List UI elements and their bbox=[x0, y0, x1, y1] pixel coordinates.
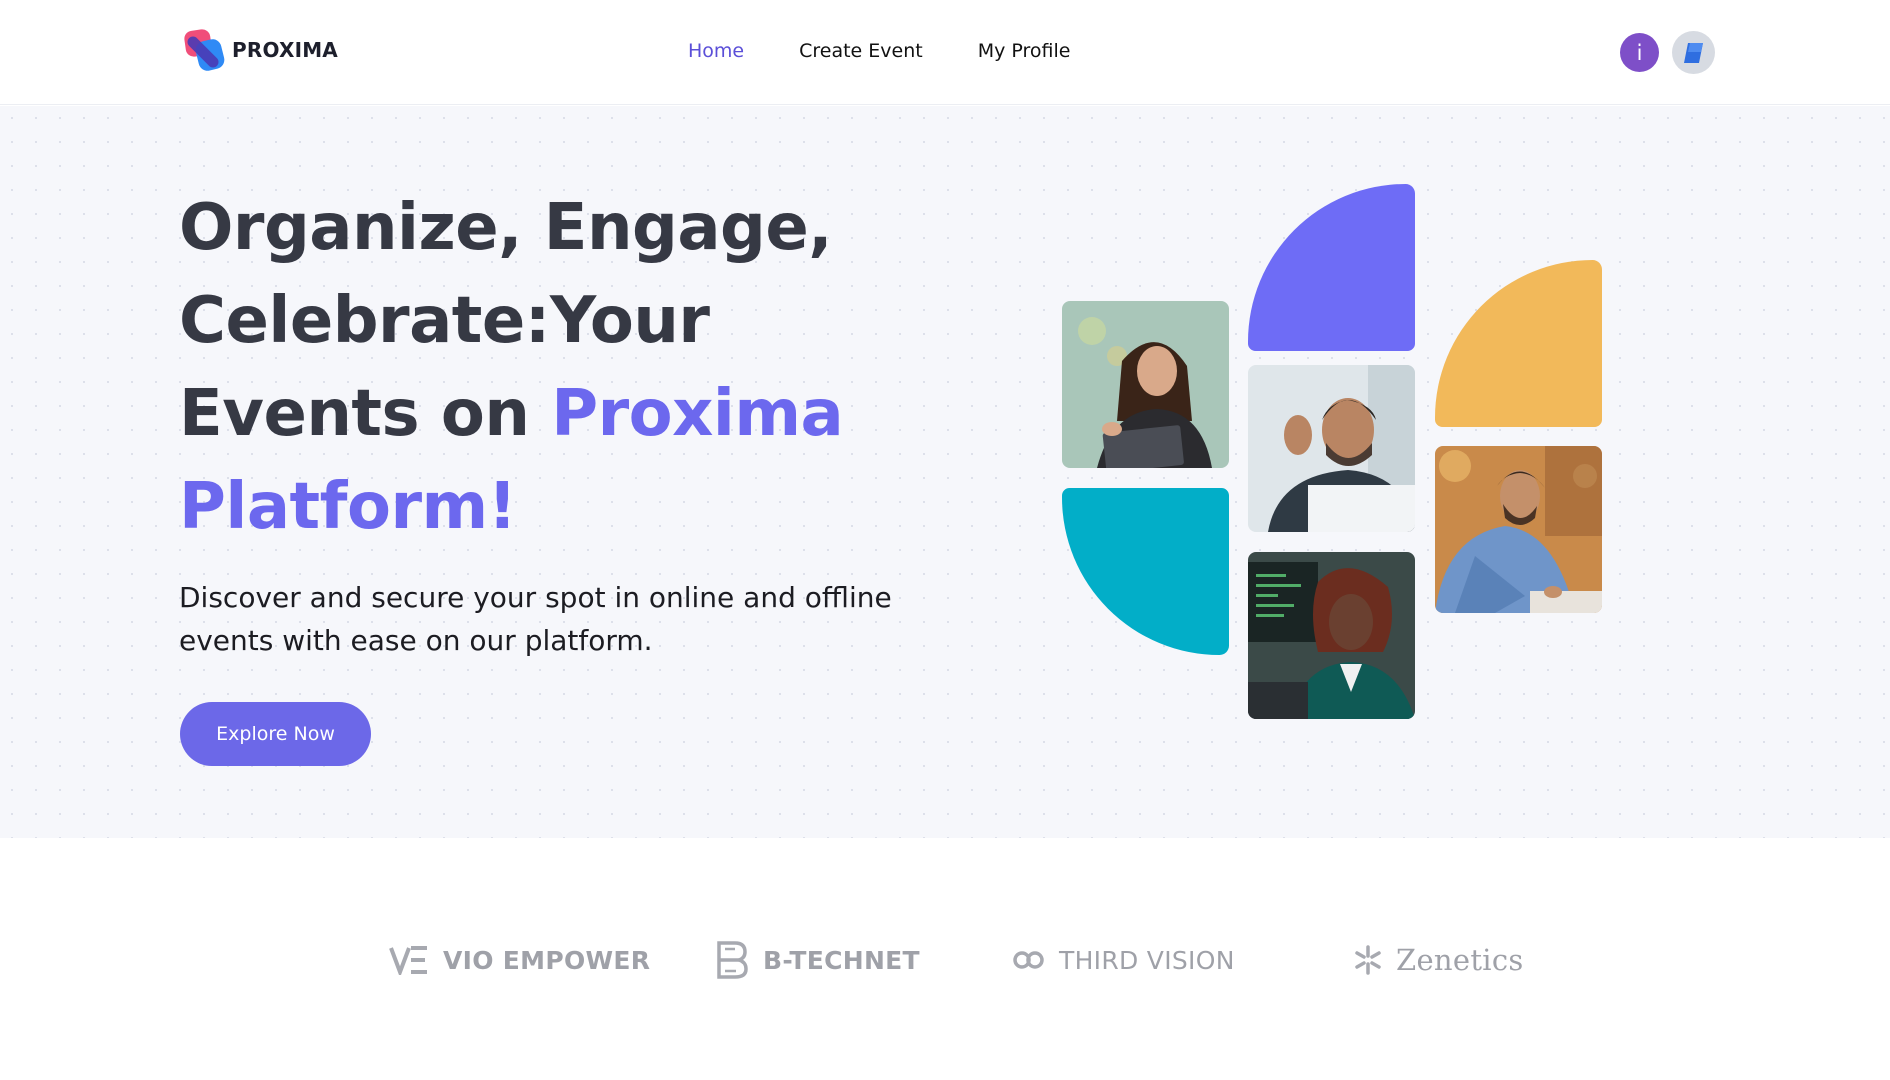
hero-title-line-3: Events on bbox=[179, 377, 552, 451]
b-monogram-icon bbox=[717, 941, 748, 979]
partner-zenetics: Zenetics bbox=[1354, 940, 1524, 980]
nav-create-event[interactable]: Create Event bbox=[799, 40, 923, 62]
brand-logo[interactable]: PROXIMA bbox=[183, 25, 338, 75]
nav-home[interactable]: Home bbox=[688, 40, 744, 62]
partner-name: B-TECHNET bbox=[763, 945, 920, 975]
proxima-logo-icon bbox=[183, 26, 229, 74]
photo-woman-coding bbox=[1248, 552, 1415, 719]
partner-third-vision: THIRD VISION bbox=[1013, 940, 1235, 980]
main-nav: Home Create Event My Profile bbox=[688, 36, 1125, 66]
partners-section: VIO EMPOWER B-TECHNET THIRD VISION Zenet… bbox=[0, 838, 1890, 1080]
hero-title-accent-proxima: Proxima bbox=[551, 377, 844, 451]
infinity-icon bbox=[1013, 951, 1044, 969]
partner-name: THIRD VISION bbox=[1059, 945, 1235, 975]
user-avatar[interactable] bbox=[1672, 31, 1715, 74]
photo-woman-tablet bbox=[1062, 301, 1229, 468]
info-avatar-initial: i bbox=[1636, 40, 1643, 65]
top-navbar: PROXIMA Home Create Event My Profile i bbox=[0, 0, 1890, 105]
user-avatar-icon bbox=[1683, 42, 1703, 63]
hero-title-accent-platform: Platform! bbox=[179, 470, 517, 544]
brand-name: PROXIMA bbox=[232, 38, 338, 62]
partner-vio-empower: VIO EMPOWER bbox=[389, 940, 650, 980]
decor-shape-yellow bbox=[1435, 260, 1602, 427]
hero-section: Organize, Engage, Celebrate:Your Events … bbox=[0, 106, 1890, 838]
nav-my-profile[interactable]: My Profile bbox=[978, 40, 1071, 62]
decor-shape-purple bbox=[1248, 184, 1415, 351]
hero-title-line-1: Organize, Engage, bbox=[179, 191, 833, 265]
hero-title-line-2: Celebrate:Your bbox=[179, 284, 710, 358]
info-avatar-button[interactable]: i bbox=[1620, 33, 1659, 72]
photo-man-writing bbox=[1435, 446, 1602, 613]
partner-name: VIO EMPOWER bbox=[443, 945, 651, 975]
partner-name: Zenetics bbox=[1396, 943, 1524, 977]
hero-subtitle: Discover and secure your spot in online … bbox=[179, 581, 892, 657]
partner-b-technet: B-TECHNET bbox=[713, 940, 920, 980]
decor-shape-teal bbox=[1062, 488, 1229, 655]
explore-now-button[interactable]: Explore Now bbox=[180, 702, 371, 766]
ve-monogram-icon bbox=[389, 946, 427, 975]
hero-title: Organize, Engage, Celebrate:Your Events … bbox=[179, 182, 939, 554]
photo-man-waving bbox=[1248, 365, 1415, 532]
asterisk-icon bbox=[1355, 945, 1381, 975]
